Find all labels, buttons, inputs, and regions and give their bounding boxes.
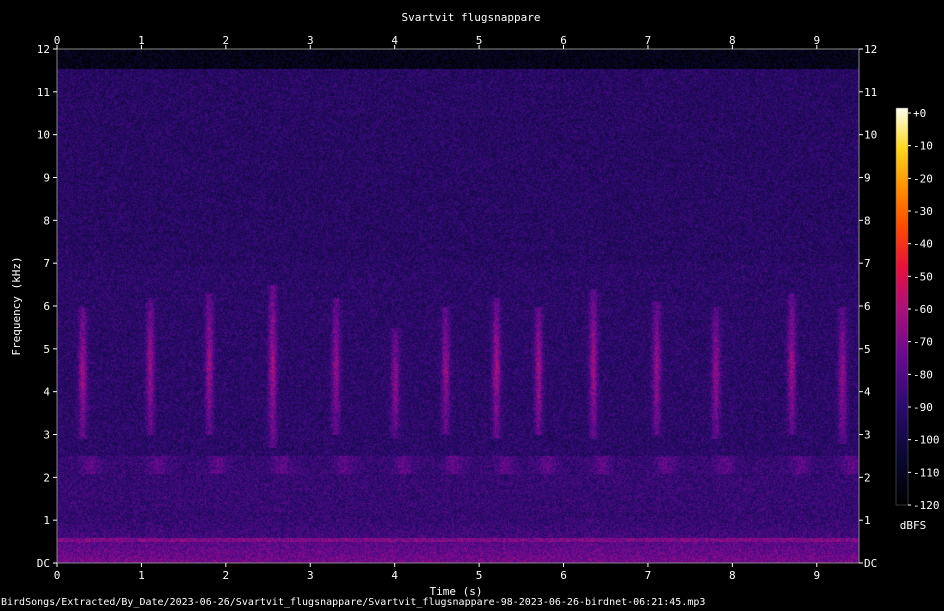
x-tick-label: 7 [645, 569, 652, 582]
x-tick-label: 3 [307, 569, 314, 582]
x-tick-label-top: 9 [813, 34, 820, 47]
x-tick-label: 0 [54, 569, 61, 582]
y-tick-label: 10 [37, 129, 50, 142]
y-tick-label-right: 4 [864, 386, 871, 399]
x-tick-label-top: 3 [307, 34, 314, 47]
y-tick-label: 12 [37, 43, 50, 56]
y-tick-label: 7 [43, 257, 50, 270]
x-tick-label-top: 4 [391, 34, 398, 47]
x-tick-label-top: 0 [54, 34, 61, 47]
colorbar-label: dBFS [900, 519, 927, 532]
x-tick-label: 5 [476, 569, 483, 582]
x-tick-label-top: 2 [223, 34, 230, 47]
y-tick-label: 6 [43, 300, 50, 313]
y-tick-label-right: DC [864, 557, 877, 570]
y-tick-label: 1 [43, 514, 50, 527]
colorbar-tick-label: +0 [913, 107, 926, 120]
y-tick-label-right: 8 [864, 214, 871, 227]
y-tick-label-right: 1 [864, 514, 871, 527]
colorbar-tick-label: -80 [913, 368, 933, 381]
colorbar-tick-label: -60 [913, 303, 933, 316]
y-tick-label-right: 5 [864, 343, 871, 356]
x-tick-label: 4 [391, 569, 398, 582]
y-tick-label-right: 3 [864, 429, 871, 442]
x-tick-label: 6 [560, 569, 567, 582]
y-tick-label-right: 9 [864, 172, 871, 185]
colorbar-tick-label: -20 [913, 172, 933, 185]
y-tick-label: 9 [43, 172, 50, 185]
y-tick-label-right: 2 [864, 471, 871, 484]
y-axis-label: Frequency (kHz) [10, 256, 23, 355]
colorbar-tick-label: -50 [913, 270, 933, 283]
colorbar-tick-label: -120 [913, 499, 940, 512]
y-tick-label-right: 7 [864, 257, 871, 270]
x-tick-label-top: 5 [476, 34, 483, 47]
x-tick-label-top: 7 [645, 34, 652, 47]
colorbar-tick-label: -100 [913, 434, 940, 447]
file-path: BirdSongs/Extracted/By_Date/2023-06-26/S… [1, 597, 706, 608]
y-tick-label: 5 [43, 343, 50, 356]
y-tick-label-right: 6 [864, 300, 871, 313]
x-tick-label-top: 8 [729, 34, 736, 47]
y-tick-label: 2 [43, 471, 50, 484]
y-tick-label-right: 11 [864, 86, 877, 99]
y-tick-label: 3 [43, 429, 50, 442]
y-tick-label: DC [37, 557, 50, 570]
colorbar-tick-label: -40 [913, 238, 933, 251]
x-tick-label: 9 [813, 569, 820, 582]
spectrogram-chart: Svartvit flugsnappare 001122334455667788… [10, 11, 940, 598]
chart-title: Svartvit flugsnappare [401, 11, 540, 24]
x-tick-label: 8 [729, 569, 736, 582]
y-tick-label-right: 10 [864, 129, 877, 142]
colorbar-tick-label: -30 [913, 205, 933, 218]
y-tick-label-right: 12 [864, 43, 877, 56]
x-tick-label-top: 6 [560, 34, 567, 47]
x-tick-label: 2 [223, 569, 230, 582]
y-tick-label: 4 [43, 386, 50, 399]
colorbar-tick-label: -70 [913, 336, 933, 349]
colorbar-tick-label: -10 [913, 140, 933, 153]
spectrogram-image [57, 49, 859, 563]
colorbar-tick-label: -90 [913, 401, 933, 414]
colorbar-tick-label: -110 [913, 466, 940, 479]
x-tick-label: 1 [138, 569, 145, 582]
colorbar [895, 107, 909, 506]
y-tick-label: 11 [37, 86, 50, 99]
y-tick-label: 8 [43, 214, 50, 227]
x-tick-label-top: 1 [138, 34, 145, 47]
